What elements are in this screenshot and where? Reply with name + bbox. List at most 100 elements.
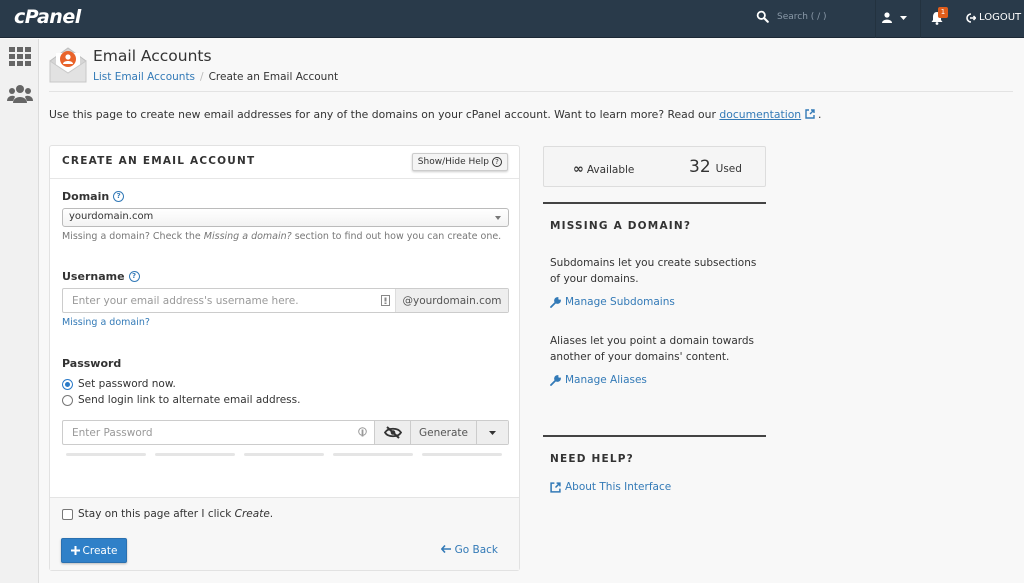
breadcrumb: List Email Accounts / Create an Email Ac… xyxy=(93,71,338,83)
domain-label-text: Domain xyxy=(62,190,110,203)
breadcrumb-list-email-accounts[interactable]: List Email Accounts xyxy=(93,71,195,83)
left-sidebar xyxy=(0,39,39,583)
password-input-group: Generate xyxy=(62,420,509,445)
key-icon xyxy=(350,421,374,444)
external-link-icon xyxy=(550,481,561,493)
radio-label: Set password now. xyxy=(78,378,176,390)
notification-badge: 1 xyxy=(938,7,948,18)
available-label: Available xyxy=(586,164,635,176)
radio-selected[interactable] xyxy=(62,378,73,390)
panel-footer: Stay on this page after I click Create. … xyxy=(50,497,519,570)
divider xyxy=(920,0,921,38)
domain-suffix: @yourdomain.com xyxy=(395,289,508,312)
breadcrumb-separator: / xyxy=(200,71,204,83)
section-divider xyxy=(543,202,766,204)
radio-unselected[interactable] xyxy=(62,394,73,406)
external-link-icon xyxy=(804,109,815,119)
about-interface-label: About This Interface xyxy=(565,481,672,493)
question-icon: ? xyxy=(492,157,502,167)
page-title: Email Accounts xyxy=(93,47,212,65)
strength-segment xyxy=(422,453,502,456)
password-input[interactable] xyxy=(63,421,350,444)
stay-label-emphasis: Create xyxy=(234,508,270,520)
used-count: 32 xyxy=(689,157,711,177)
go-back-link[interactable]: Go Back xyxy=(440,544,498,556)
password-label-text: Password xyxy=(62,357,122,370)
intro-body: Use this page to create new email addres… xyxy=(49,108,720,121)
hint-text: Missing a domain? Check the xyxy=(62,231,204,242)
about-interface-link[interactable]: About This Interface xyxy=(550,481,671,493)
username-label-text: Username xyxy=(62,270,125,283)
intro-text: Use this page to create new email addres… xyxy=(49,108,821,121)
caret-down-icon xyxy=(495,216,501,220)
logout-icon xyxy=(966,12,976,23)
domain-select-value: yourdomain.com xyxy=(69,211,154,222)
manage-aliases-label: Manage Aliases xyxy=(565,374,647,386)
stay-on-page-label: Stay on this page after I click Create. xyxy=(78,508,273,520)
password-strength-meter xyxy=(66,453,502,456)
contact-card-icon xyxy=(375,289,395,312)
used-label: Used xyxy=(715,163,742,175)
radio-label: Send login link to alternate email addre… xyxy=(78,394,301,406)
used-stat: 32 Used xyxy=(689,157,742,177)
username-input[interactable] xyxy=(63,289,375,312)
caret-down-icon xyxy=(489,430,496,435)
chevron-down-icon xyxy=(900,15,907,20)
search-placeholder[interactable]: Search ( / ) xyxy=(777,12,827,22)
show-hide-help-button[interactable]: Show/Hide Help ? xyxy=(411,153,508,171)
user-menu-button[interactable] xyxy=(882,12,907,23)
grid-icon[interactable] xyxy=(9,46,31,68)
logout-button[interactable]: LOGOUT xyxy=(966,12,1021,23)
stay-label-text: Stay on this page after I click xyxy=(78,508,235,520)
panel-header: CREATE AN EMAIL ACCOUNT Show/Hide Help ? xyxy=(50,146,519,179)
domain-hint: Missing a domain? Check the Missing a do… xyxy=(62,231,501,242)
strength-segment xyxy=(66,453,146,456)
panel-title: CREATE AN EMAIL ACCOUNT xyxy=(62,155,256,167)
radio-set-password-now[interactable]: Set password now. xyxy=(62,378,176,390)
users-icon[interactable] xyxy=(7,83,33,105)
domain-select[interactable]: yourdomain.com xyxy=(62,208,509,227)
documentation-link[interactable]: documentation xyxy=(719,108,801,121)
username-label: Username ? xyxy=(62,270,140,283)
stay-on-page-checkbox-row[interactable]: Stay on this page after I click Create. xyxy=(62,508,273,520)
divider xyxy=(875,0,876,38)
strength-segment xyxy=(244,453,324,456)
create-email-panel: CREATE AN EMAIL ACCOUNT Show/Hide Help ?… xyxy=(49,145,520,571)
header-divider xyxy=(49,91,1013,92)
logout-label: LOGOUT xyxy=(979,12,1022,23)
missing-domain-link[interactable]: Missing a domain? xyxy=(62,317,150,328)
email-accounts-icon xyxy=(49,47,87,83)
create-button-label: Create xyxy=(82,544,118,557)
password-label: Password xyxy=(62,357,121,370)
radio-send-login-link[interactable]: Send login link to alternate email addre… xyxy=(62,394,300,406)
aliases-text: Aliases let you point a domain towards a… xyxy=(550,335,755,363)
arrow-left-icon xyxy=(440,544,452,554)
generate-password-button[interactable]: Generate xyxy=(410,421,476,444)
create-button[interactable]: Create xyxy=(61,538,127,563)
help-button-label: Show/Hide Help xyxy=(417,157,489,167)
username-help-icon[interactable]: ? xyxy=(128,271,140,282)
username-input-group: @yourdomain.com xyxy=(62,288,509,313)
manage-aliases-link[interactable]: Manage Aliases xyxy=(550,374,647,386)
account-stats: ∞ Available 32 Used xyxy=(543,146,766,187)
breadcrumb-current: Create an Email Account xyxy=(208,71,339,83)
domain-help-icon[interactable]: ? xyxy=(113,191,125,202)
search-box[interactable]: Search ( / ) xyxy=(756,10,827,23)
generate-options-dropdown[interactable] xyxy=(476,421,508,444)
available-stat: ∞ Available xyxy=(573,162,634,177)
stay-on-page-checkbox[interactable] xyxy=(62,508,73,520)
cpanel-logo[interactable]: cPanel xyxy=(14,6,81,28)
top-navbar: cPanel Search ( / ) 1 LOGOUT xyxy=(0,0,1024,38)
hint-text-end: section to find out how you can create o… xyxy=(291,231,502,242)
infinity-icon: ∞ xyxy=(573,162,584,177)
section-divider xyxy=(543,435,766,437)
domain-label: Domain ? xyxy=(62,190,125,203)
wrench-icon xyxy=(550,296,561,308)
search-icon xyxy=(756,10,769,23)
hint-emphasis: Missing a domain? xyxy=(203,231,292,242)
go-back-label: Go Back xyxy=(454,544,498,556)
need-help-heading: NEED HELP? xyxy=(550,453,634,465)
manage-subdomains-link[interactable]: Manage Subdomains xyxy=(550,296,675,308)
toggle-password-visibility-button[interactable] xyxy=(374,421,410,444)
user-icon xyxy=(882,12,892,23)
